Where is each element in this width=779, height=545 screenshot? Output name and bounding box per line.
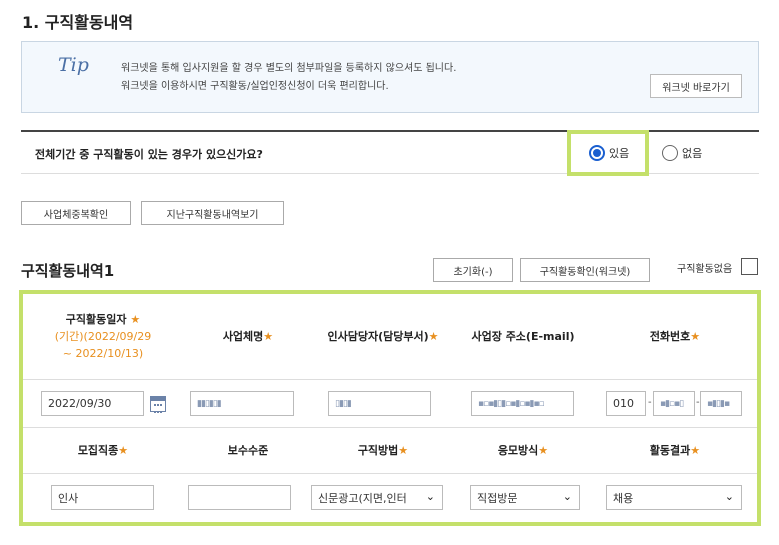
phone-last-input[interactable]: ▪▮▯▮▪: [700, 391, 742, 416]
header-date: 구직활동일자 ★ (기간)(2022/09/29 ~ 2022/10/13): [23, 294, 183, 379]
tip-logo: Tip: [58, 54, 89, 76]
header-company-label: 사업체명: [222, 330, 264, 343]
past-history-button[interactable]: 지난구직활동내역보기: [141, 201, 284, 225]
phone-dash: -: [648, 397, 652, 408]
required-star: ★: [130, 313, 141, 326]
header-salary-label: 보수수준: [227, 444, 269, 457]
email-input[interactable]: ▪▫▪▮▯▮▫▪▮▫▪▮▪▫: [471, 391, 574, 416]
no-activity-checkbox[interactable]: [741, 258, 758, 275]
header-period-2: ~ 2022/10/13): [62, 347, 144, 360]
worknet-shortcut-button[interactable]: 워크넷 바로가기: [650, 74, 742, 98]
required-star: ★: [118, 444, 129, 457]
required-star: ★: [428, 330, 439, 343]
phone-first-input[interactable]: 010: [606, 391, 646, 416]
required-star: ★: [690, 330, 701, 343]
required-star: ★: [690, 444, 701, 457]
tip-line-1: 워크넷을 통해 입사지원을 할 경우 별도의 첨부파일을 등록하지 않으셔도 됩…: [121, 63, 457, 74]
header-row-2: 모집직종★ 보수수준 구직방법★ 응모방식★ 활동결과★: [23, 428, 757, 474]
chevron-down-icon: ⌄: [425, 490, 435, 503]
method-select[interactable]: 신문광고(지면,인터 ⌄: [311, 485, 443, 510]
header-address-label: 사업장 주소(E-mail): [471, 330, 575, 343]
radio-yes[interactable]: 있음: [589, 145, 629, 161]
manager-input[interactable]: ▯▮▯▮: [328, 391, 431, 416]
header-period-1: (기간)(2022/09/29: [54, 330, 152, 343]
header-method: 구직방법★: [313, 428, 453, 473]
record-title: 구직활동내역1: [21, 262, 115, 280]
reset-button[interactable]: 초기화(-): [433, 258, 513, 282]
duplicate-check-button[interactable]: 사업체중복확인: [21, 201, 131, 225]
apply-select[interactable]: 직접방문 ⌄: [470, 485, 580, 510]
salary-input[interactable]: [188, 485, 291, 510]
header-phone-label: 전화번호: [649, 330, 691, 343]
header-result: 활동결과★: [593, 428, 757, 473]
phone-middle-input[interactable]: ▪▮▫▪▯: [653, 391, 695, 416]
radio-no-label: 없음: [682, 147, 703, 160]
tip-box: Tip 워크넷을 통해 입사지원을 할 경우 별도의 첨부파일을 등록하지 않으…: [21, 41, 759, 113]
result-select-value: 채용: [613, 491, 634, 505]
header-manager-label: 인사담당자(담당부서): [327, 330, 429, 343]
radio-yes-label: 있음: [609, 147, 630, 160]
job-input[interactable]: 인사: [51, 485, 154, 510]
header-result-label: 활동결과: [649, 444, 691, 457]
header-salary: 보수수준: [183, 428, 313, 473]
header-job: 모집직종★: [23, 428, 183, 473]
activity-question-row: 전체기간 중 구직활동이 있는 경우가 있으신가요? 있음 없음: [21, 130, 759, 176]
header-apply-label: 응모방식: [497, 444, 539, 457]
section-title: 1. 구직활동내역: [22, 13, 134, 32]
tip-line-2: 워크넷을 이용하시면 구직활동/실업인정신청이 더욱 편리합니다.: [121, 81, 389, 92]
chevron-down-icon: ⌄: [724, 490, 734, 503]
radio-no[interactable]: 없음: [662, 145, 702, 161]
activity-question-label: 전체기간 중 구직활동이 있는 경우가 있으신가요?: [35, 148, 263, 161]
method-select-value: 신문광고(지면,인터: [318, 491, 407, 505]
header-manager: 인사담당자(담당부서)★: [313, 294, 453, 379]
input-row-1: 2022/09/30 ▮▮▯▮▯▮ ▯▮▯▮ ▪▫▪▮▯▮▫▪▮▫▪▮▪▫ 01…: [23, 380, 757, 428]
required-star: ★: [398, 444, 409, 457]
calendar-icon[interactable]: [150, 396, 166, 413]
header-row-1: 구직활동일자 ★ (기간)(2022/09/29 ~ 2022/10/13) 사…: [23, 294, 757, 380]
header-date-label: 구직활동일자: [65, 313, 127, 326]
radio-no-circle[interactable]: [662, 145, 678, 161]
input-row-2: 인사 신문광고(지면,인터 ⌄ 직접방문 ⌄ 채용 ⌄: [23, 474, 757, 522]
header-address: 사업장 주소(E-mail): [453, 294, 593, 379]
apply-select-value: 직접방문: [477, 491, 518, 505]
required-star: ★: [538, 444, 549, 457]
header-phone: 전화번호★: [593, 294, 757, 379]
required-star: ★: [263, 330, 274, 343]
company-input[interactable]: ▮▮▯▮▯▮: [190, 391, 294, 416]
result-select[interactable]: 채용 ⌄: [606, 485, 742, 510]
header-company: 사업체명★: [183, 294, 313, 379]
radio-yes-circle[interactable]: [589, 145, 605, 161]
worknet-confirm-button[interactable]: 구직활동확인(워크넷): [520, 258, 650, 282]
header-apply: 응모방식★: [453, 428, 593, 473]
no-activity-label: 구직활동없음: [677, 264, 733, 275]
header-method-label: 구직방법: [357, 444, 399, 457]
activity-table: 구직활동일자 ★ (기간)(2022/09/29 ~ 2022/10/13) 사…: [19, 290, 761, 526]
header-job-label: 모집직종: [77, 444, 119, 457]
date-input[interactable]: 2022/09/30: [41, 391, 144, 416]
chevron-down-icon: ⌄: [562, 490, 572, 503]
